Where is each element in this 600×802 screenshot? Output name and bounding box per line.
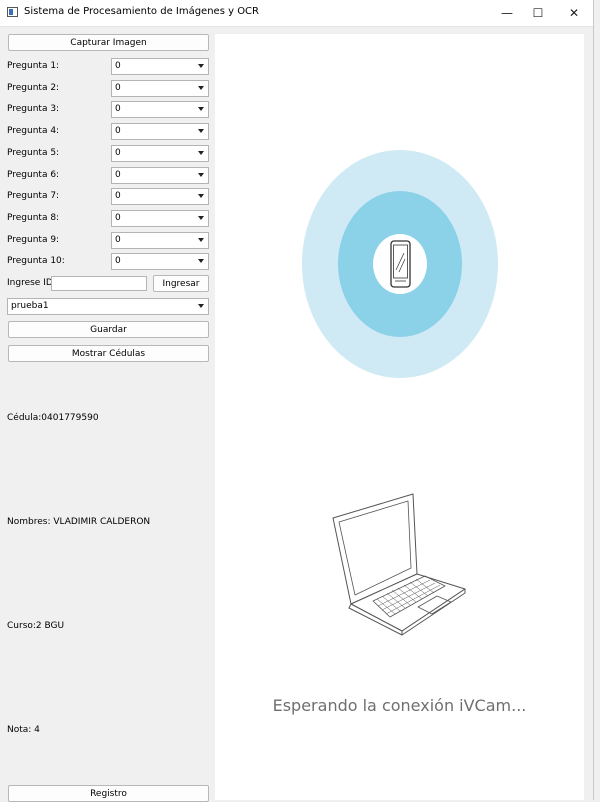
app-window: Sistema de Procesamiento de Imágenes y O… <box>0 0 594 802</box>
question-select-value: 0 <box>115 147 121 158</box>
ivcam-illustration <box>302 150 498 636</box>
show-cedulas-button[interactable]: Mostrar Cédulas <box>8 345 209 362</box>
question-select-3[interactable]: 0 <box>111 101 209 119</box>
control-panel: Capturar Imagen Pregunta 1: 0 Pregunta 2: 0… <box>0 26 214 802</box>
record-select[interactable]: prueba1 <box>7 298 209 315</box>
chevron-down-icon <box>198 64 204 68</box>
chevron-down-icon <box>198 215 204 220</box>
question-label-1: Pregunta 1: <box>7 61 60 71</box>
question-label-2: Pregunta 2: <box>7 82 60 93</box>
question-select-6[interactable]: 0 <box>111 166 209 184</box>
chevron-down-icon <box>198 107 204 112</box>
question-select-8[interactable]: 0 <box>111 209 209 227</box>
question-select-value: 0 <box>115 61 121 71</box>
question-select-7[interactable]: 0 <box>111 188 209 206</box>
close-icon: ✕ <box>568 6 580 20</box>
question-select-value: 0 <box>115 169 121 180</box>
question-label-9: Pregunta 9: <box>7 234 60 245</box>
submit-id-button[interactable]: Ingresar <box>153 275 209 292</box>
title-bar[interactable]: Sistema de Procesamiento de Imágenes y O… <box>0 0 593 27</box>
cedula-text: Cédula:0401779590 <box>7 413 99 423</box>
window-title: Sistema de Procesamiento de Imágenes y O… <box>24 6 259 17</box>
question-label-8: Pregunta 8: <box>7 212 60 223</box>
question-select-9[interactable]: 0 <box>111 231 209 249</box>
question-select-1[interactable]: 0 <box>111 58 209 75</box>
question-select-10[interactable]: 0 <box>111 253 209 271</box>
question-select-5[interactable]: 0 <box>111 144 209 162</box>
camera-preview-panel: Esperando la conexión iVCam... <box>215 34 584 800</box>
nombres-text: Nombres: VLADIMIR CALDERON <box>7 517 151 527</box>
close-button[interactable]: ✕ <box>557 0 591 26</box>
minimize-button[interactable]: — <box>490 0 524 26</box>
id-label: Ingrese ID <box>7 278 53 288</box>
chevron-down-icon <box>198 85 204 90</box>
nota-text: Nota: 4 <box>7 725 40 735</box>
chevron-down-icon <box>198 259 204 264</box>
question-select-value: 0 <box>115 126 121 137</box>
chevron-down-icon <box>198 237 204 242</box>
chevron-down-icon <box>198 194 204 199</box>
phone-icon <box>302 150 498 378</box>
chevron-down-icon <box>198 129 204 134</box>
curso-text: Curso:2 BGU <box>7 621 65 631</box>
question-label-5: Pregunta 5: <box>7 147 60 158</box>
question-label-6: Pregunta 6: <box>7 169 60 180</box>
question-select-value: 0 <box>115 234 121 245</box>
question-select-value: 0 <box>115 256 121 267</box>
question-label-4: Pregunta 4: <box>7 126 60 137</box>
app-icon <box>7 7 18 17</box>
connection-status-text: Esperando la conexión iVCam... <box>272 696 527 715</box>
question-label-10: Pregunta 10: <box>7 256 65 267</box>
registro-button[interactable]: Registro <box>8 785 209 802</box>
laptop-icon <box>332 493 466 636</box>
maximize-button[interactable]: ☐ <box>521 0 555 26</box>
chevron-down-icon <box>198 172 204 177</box>
question-select-value: 0 <box>115 104 121 115</box>
chevron-down-icon <box>198 150 204 155</box>
question-select-value: 0 <box>115 212 121 223</box>
maximize-icon: ☐ <box>532 6 544 20</box>
record-select-value: prueba1 <box>11 301 49 311</box>
question-label-7: Pregunta 7: <box>7 191 60 202</box>
question-label-3: Pregunta 3: <box>7 104 60 115</box>
save-button[interactable]: Guardar <box>8 321 209 338</box>
question-select-value: 0 <box>115 82 121 93</box>
minimize-icon: — <box>501 6 513 20</box>
capture-image-button[interactable]: Capturar Imagen <box>8 34 209 51</box>
question-select-4[interactable]: 0 <box>111 123 209 141</box>
id-input[interactable] <box>51 276 147 291</box>
question-select-2[interactable]: 0 <box>111 79 209 97</box>
question-select-value: 0 <box>115 191 121 202</box>
chevron-down-icon <box>198 304 204 308</box>
